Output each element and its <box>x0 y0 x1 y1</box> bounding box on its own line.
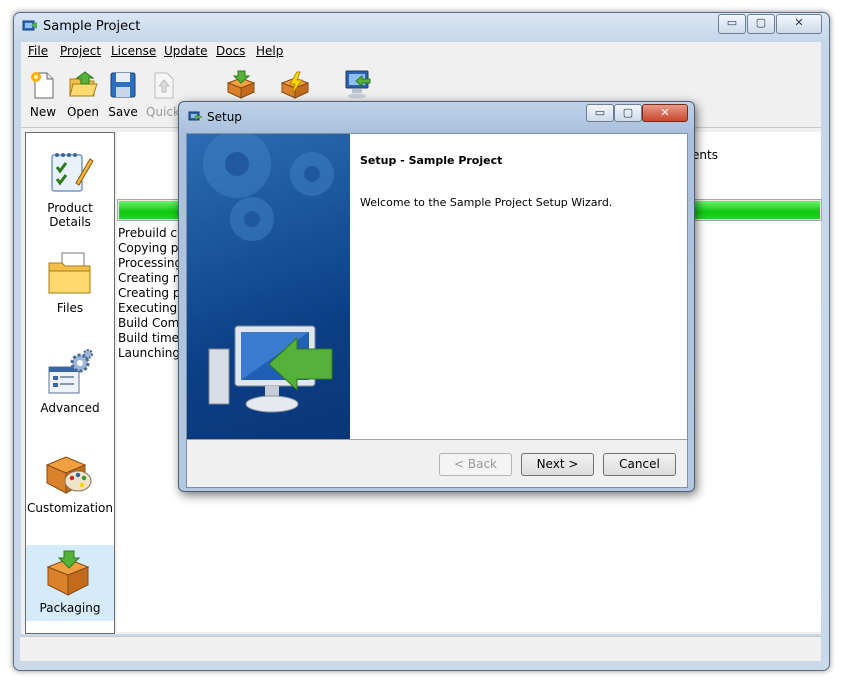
wizard-welcome-text: Welcome to the Sample Project Setup Wiza… <box>360 196 613 209</box>
menu-file[interactable]: File <box>28 44 48 58</box>
log-line: Launching <box>118 346 181 360</box>
minimize-icon: ▭ <box>594 106 606 119</box>
minimize-icon: ▭ <box>726 16 738 29</box>
toolbar-save-button[interactable]: Save <box>103 70 143 119</box>
menu-docs[interactable]: Docs <box>216 44 245 58</box>
log-line: Build Comp <box>118 316 187 330</box>
close-icon: ✕ <box>794 16 804 29</box>
close-button[interactable]: ✕ <box>776 14 822 34</box>
setup-dialog-client: Setup - Sample Project Welcome to the Sa… <box>186 133 688 488</box>
maximize-icon: ▢ <box>622 106 634 119</box>
toolbar-new-button[interactable]: New <box>23 70 63 119</box>
log-line: Creating m <box>118 271 185 285</box>
log-line: Creating pr <box>118 286 186 300</box>
menu-license[interactable]: License <box>111 44 156 58</box>
maximize-icon: ▢ <box>755 16 767 29</box>
setup-minimize-button[interactable]: ▭ <box>586 104 614 122</box>
toolbar-quick-label: Quick <box>146 105 180 119</box>
wizard-side-banner <box>187 134 350 439</box>
setup-dialog: Setup ▭ ▢ ✕ Setup - Sample Project Welco… <box>178 101 695 492</box>
wizard-divider <box>187 439 687 440</box>
toolbar-run-setup-button[interactable] <box>337 68 377 103</box>
setup-maximize-button[interactable]: ▢ <box>614 104 642 122</box>
minimize-button[interactable]: ▭ <box>718 14 746 34</box>
nav-item-packaging[interactable]: Packaging <box>26 545 114 621</box>
wizard-welcome-panel: Setup - Sample Project Welcome to the Sa… <box>350 134 687 439</box>
toolbar-new-label: New <box>29 105 57 119</box>
cancel-button[interactable]: Cancel <box>603 453 676 476</box>
setup-dialog-title: Setup <box>207 110 242 124</box>
files-icon <box>46 251 94 298</box>
menu-update[interactable]: Update <box>164 44 207 58</box>
log-line: Processing <box>118 256 183 270</box>
nav-item-label: Advanced <box>40 401 100 415</box>
wizard-banner-graphic <box>203 134 334 413</box>
log-line: Copying pr <box>118 241 184 255</box>
content-header-text: ents <box>692 148 718 162</box>
menu-help[interactable]: Help <box>256 44 283 58</box>
nav-item-product-details[interactable]: Product Details <box>26 145 114 229</box>
menu-bar: File Project License Update Docs Help <box>21 42 821 62</box>
back-button[interactable]: < Back <box>439 453 512 476</box>
product-details-icon <box>46 149 94 198</box>
nav-item-label: Product Details <box>47 201 93 229</box>
maximize-button[interactable]: ▢ <box>747 14 775 34</box>
save-disk-icon <box>108 72 138 103</box>
setup-app-icon <box>187 110 203 127</box>
customization-palette-icon <box>44 451 94 500</box>
close-icon: ✕ <box>660 106 670 119</box>
app-icon <box>22 19 38 33</box>
quick-build-icon <box>148 72 178 103</box>
toolbar-open-button[interactable]: Open <box>63 70 103 119</box>
next-button[interactable]: Next > <box>521 453 594 476</box>
toolbar-open-label: Open <box>66 105 100 119</box>
nav-item-files[interactable]: Files <box>26 245 114 321</box>
log-line: Prebuild ch <box>118 226 185 240</box>
monitor-icon <box>208 325 333 413</box>
toolbar-build-run-button[interactable] <box>275 70 315 103</box>
toolbar-quick-button[interactable]: Quick <box>143 70 183 119</box>
nav-item-advanced[interactable]: Advanced <box>26 345 114 421</box>
log-line: Build time: <box>118 331 184 345</box>
setup-close-button[interactable]: ✕ <box>642 104 688 122</box>
new-document-icon <box>28 72 58 103</box>
left-navigation-panel: Product Details Files Advanced Customiza… <box>25 132 115 634</box>
toolbar-build-button[interactable] <box>221 70 261 103</box>
advanced-gears-icon <box>46 349 94 398</box>
nav-item-label: Packaging <box>39 601 101 615</box>
toolbar-save-label: Save <box>108 105 138 119</box>
nav-item-label: Customization <box>27 501 113 515</box>
wizard-heading: Setup - Sample Project <box>360 154 503 167</box>
status-bar <box>20 636 821 661</box>
nav-item-customization[interactable]: Customization <box>26 445 114 521</box>
nav-item-label: Files <box>56 301 84 315</box>
menu-project[interactable]: Project <box>60 44 101 58</box>
open-folder-icon <box>67 71 99 103</box>
window-title: Sample Project <box>43 19 141 34</box>
packaging-box-icon <box>44 549 94 600</box>
